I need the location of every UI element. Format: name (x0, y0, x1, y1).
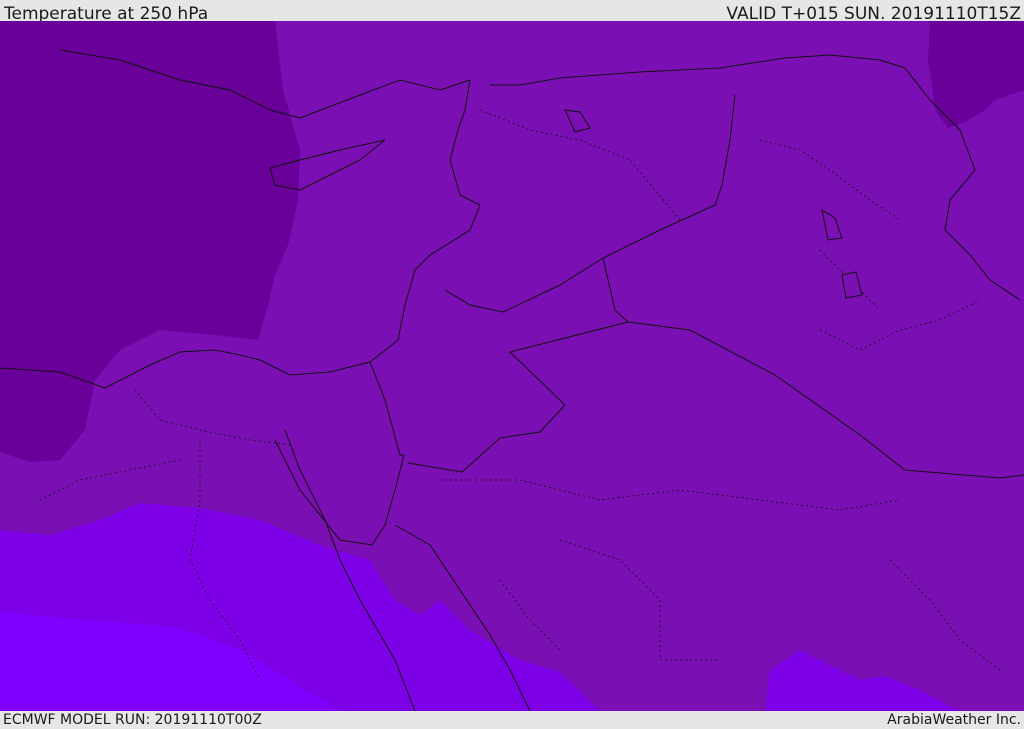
model-run-label: ECMWF MODEL RUN: 20191110T00Z (3, 712, 262, 728)
weather-map (0, 21, 1024, 711)
header-bar: Temperature at 250 hPa VALID T+015 SUN. … (0, 0, 1024, 24)
credit-label: ArabiaWeather Inc. (887, 712, 1021, 728)
footer-bar: ECMWF MODEL RUN: 20191110T00Z ArabiaWeat… (0, 711, 1024, 729)
